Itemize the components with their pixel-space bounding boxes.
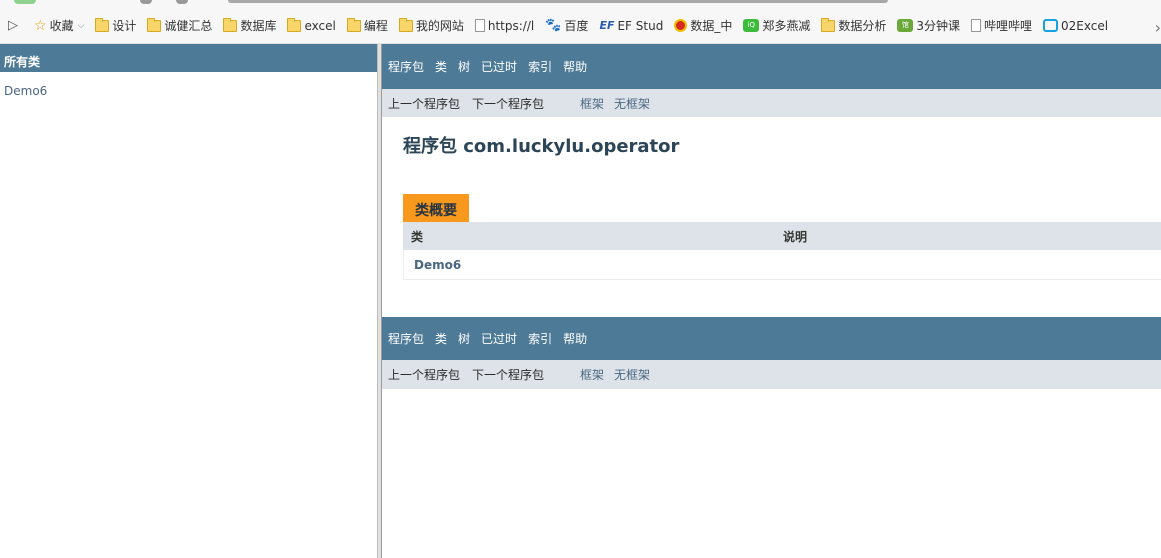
nav-class[interactable]: 类: [435, 330, 447, 347]
bookmark-folder-programming[interactable]: 编程: [343, 14, 392, 38]
folder-icon: [287, 17, 302, 32]
bookmark-bilibili-page[interactable]: 哔哩哔哩: [967, 14, 1036, 38]
page-title: 程序包 com.luckylu.operator: [403, 136, 680, 157]
bookmark-label: 哔哩哔哩: [984, 19, 1033, 33]
iqiyi-icon: iQ: [743, 19, 760, 32]
page-icon: [971, 19, 981, 32]
refresh-icon-fragment: [140, 0, 152, 4]
nav-tree[interactable]: 树: [458, 58, 470, 75]
home-icon-fragment: [176, 0, 188, 4]
chevron-down-icon: ⌵: [77, 20, 85, 31]
all-classes-frame: 所有类 Demo6: [0, 44, 377, 558]
folder-icon: [398, 17, 413, 32]
ef-icon: EF: [599, 19, 615, 32]
address-bar-fragment: [228, 0, 888, 3]
class-summary-table: 类概要 类 说明 Demo6: [403, 194, 1161, 280]
sub-nav-bar: 上一个程序包 下一个程序包 框架 无框架: [382, 89, 1161, 117]
emblem-icon: [674, 19, 688, 32]
folder-icon: [821, 17, 836, 32]
column-header-class: 类: [411, 229, 424, 244]
browser-toolbar-edge: [0, 0, 1161, 8]
column-header-description: 说明: [783, 229, 808, 244]
frames-link[interactable]: 框架: [580, 366, 604, 383]
nav-deprecated[interactable]: 已过时: [481, 330, 517, 347]
bookmark-folder-my-site[interactable]: 我的网站: [395, 14, 468, 38]
table-row: Demo6: [403, 250, 1161, 280]
bookmark-label: 数据库: [240, 19, 277, 33]
bookmark-ef-study[interactable]: EF EF Stud: [595, 14, 667, 38]
no-frames-link[interactable]: 无框架: [614, 366, 650, 383]
no-frames-link[interactable]: 无框架: [614, 95, 650, 112]
bookmark-folder-excel[interactable]: excel: [283, 14, 339, 38]
folder-icon: [346, 17, 361, 32]
prev-package-label: 上一个程序包: [388, 368, 461, 382]
bookmark-iqiyi[interactable]: iQ 郑多燕减: [739, 14, 814, 38]
package-summary-frame: 程序包 类 树 已过时 索引 帮助 上一个程序包 下一个程序包 框架 无框架 程…: [382, 44, 1161, 558]
bookmark-data-china[interactable]: 数据_中: [670, 14, 736, 38]
all-classes-header: 所有类: [0, 44, 377, 72]
nav-tree[interactable]: 树: [458, 330, 470, 347]
bookmark-baidu[interactable]: 🐾 百度: [541, 14, 592, 38]
bookmark-label: 收藏: [49, 19, 74, 33]
bookmark-label: 02Excel: [1061, 18, 1109, 33]
green-square-icon: 馆: [897, 19, 914, 32]
bookmarks-bar: ▷ ☆ 收藏 ⌵ 设计 诚健汇总 数据库 excel 编程 我的网站 https…: [0, 8, 1161, 44]
bookmark-label: excel: [304, 18, 336, 33]
next-package-label: 下一个程序包: [472, 368, 545, 382]
bookmarks-overflow-icon[interactable]: ›: [1155, 18, 1161, 37]
bookmark-https[interactable]: https://l: [471, 14, 538, 38]
prev-package-label: 上一个程序包: [388, 96, 461, 111]
bookmark-favorites[interactable]: ☆ 收藏 ⌵: [30, 14, 88, 38]
bookmark-label: 数据分析: [838, 19, 887, 33]
folder-icon: [95, 17, 110, 32]
nav-class[interactable]: 类: [435, 58, 447, 75]
frames-link[interactable]: 框架: [580, 95, 604, 112]
sidebar-toggle-icon[interactable]: ▷: [6, 18, 20, 33]
bookmark-label: https://l: [487, 18, 535, 33]
bookmark-folder-database[interactable]: 数据库: [219, 14, 280, 38]
bookmark-label: 百度: [564, 19, 589, 33]
baidu-paw-icon: 🐾: [545, 18, 562, 33]
bookmark-label: 3分钟课: [916, 19, 960, 33]
star-icon: ☆: [34, 17, 47, 34]
folder-icon: [223, 17, 238, 32]
nav-package[interactable]: 程序包: [388, 330, 424, 347]
bookmark-label: EF Stud: [617, 18, 664, 33]
page-icon: [474, 19, 485, 32]
bookmark-label: 我的网站: [415, 19, 464, 33]
class-link-demo6[interactable]: Demo6: [0, 72, 377, 98]
table-header: 类 说明: [403, 222, 1161, 250]
bookmark-folder-design[interactable]: 设计: [91, 14, 140, 38]
top-nav-bar: 程序包 类 树 已过时 索引 帮助: [382, 44, 1161, 89]
bookmark-folder-chengjian[interactable]: 诚健汇总: [143, 14, 216, 38]
bilibili-icon: [1043, 19, 1059, 32]
browser-logo-fragment: [14, 0, 36, 4]
bookmark-02excel[interactable]: 02Excel: [1039, 14, 1112, 38]
bookmark-folder-data-analysis[interactable]: 数据分析: [817, 14, 890, 38]
bookmark-label: 郑多燕减: [762, 19, 811, 33]
nav-index[interactable]: 索引: [528, 330, 552, 347]
bookmark-label: 设计: [112, 19, 137, 33]
bottom-navigation: 程序包 类 树 已过时 索引 帮助 上一个程序包 下一个程序包 框架 无框架: [382, 317, 1161, 389]
next-package-label: 下一个程序包: [472, 96, 545, 111]
nav-deprecated[interactable]: 已过时: [481, 58, 517, 75]
bottom-sub-nav-bar: 上一个程序包 下一个程序包 框架 无框架: [382, 360, 1161, 389]
nav-index[interactable]: 索引: [528, 58, 552, 75]
bookmark-label: 编程: [363, 19, 388, 33]
bottom-nav-bar: 程序包 类 树 已过时 索引 帮助: [382, 317, 1161, 360]
bookmark-label: 数据_中: [690, 19, 733, 33]
bookmark-3min-course[interactable]: 馆 3分钟课: [893, 14, 964, 38]
class-link-demo6[interactable]: Demo6: [404, 258, 461, 272]
bookmark-label: 诚健汇总: [164, 19, 213, 33]
folder-icon: [147, 17, 162, 32]
nav-package[interactable]: 程序包: [388, 58, 424, 75]
nav-help[interactable]: 帮助: [563, 330, 587, 347]
class-summary-caption: 类概要: [403, 194, 469, 222]
nav-help[interactable]: 帮助: [563, 58, 587, 75]
